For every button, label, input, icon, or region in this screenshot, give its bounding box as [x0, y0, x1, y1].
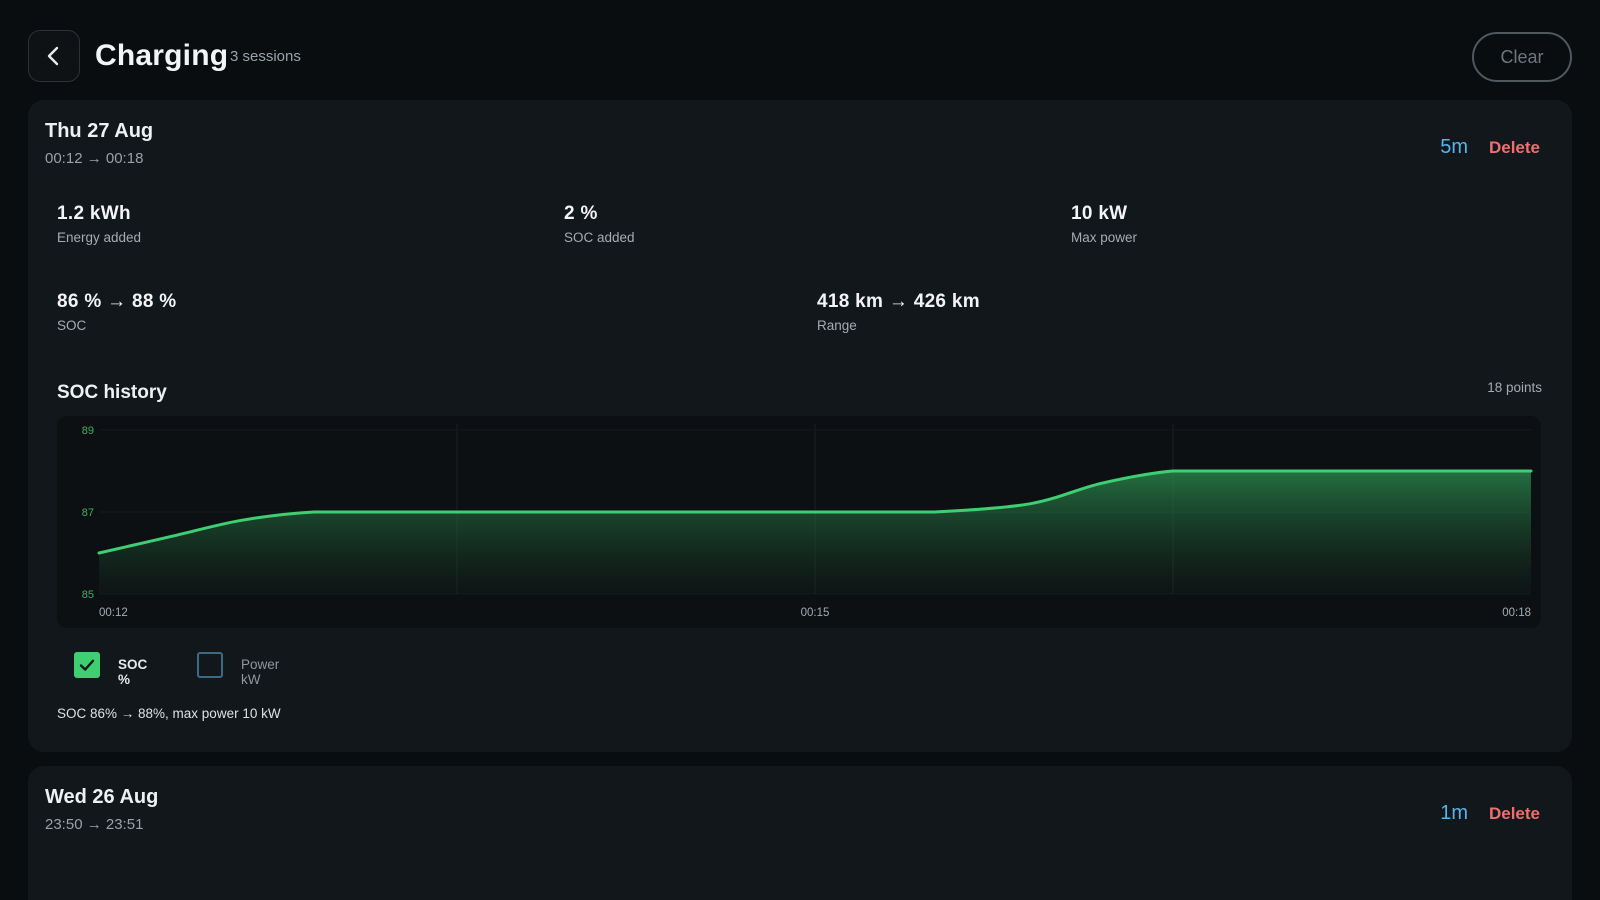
stat-value: 2 %	[564, 203, 598, 224]
stat-soc: 86 % → 88 % SOC	[57, 291, 176, 333]
session-duration: 5m	[1440, 136, 1468, 158]
stat-label: Range	[817, 318, 857, 333]
delete-session-button[interactable]: Delete	[1489, 138, 1540, 158]
delete-session-button[interactable]: Delete	[1489, 804, 1540, 824]
soc-history-chart: 85 87 89 00:12 00:15 00:18	[57, 416, 1541, 628]
y-tick-label: 85	[82, 589, 94, 601]
soc-history-title: SOC history	[57, 382, 167, 403]
session-card: Thu 27 Aug 00:12 → 00:18 5m Delete 1.2 k…	[28, 100, 1572, 752]
stat-label: Max power	[1071, 230, 1138, 245]
points-count: 18 points	[1487, 380, 1542, 395]
x-tick-label: 00:12	[99, 607, 128, 619]
session-time-range: 00:12 → 00:18	[45, 150, 144, 167]
stat-label: SOC	[57, 318, 87, 333]
power-series-checkbox[interactable]	[197, 652, 223, 678]
session-summary: SOC 86% → 88%, max power 10 kW	[57, 706, 281, 721]
x-tick-label: 00:18	[1502, 607, 1531, 619]
power-series-label: Power kW	[241, 657, 280, 687]
stat-value: 10 kW	[1071, 203, 1128, 224]
soc-series-checkbox[interactable]	[74, 652, 100, 678]
stat-range: 418 km → 426 km Range	[817, 291, 980, 333]
soc-chart-svg: 85 87 89 00:12 00:15 00:18	[82, 424, 1533, 619]
stat-energy-added: 1.2 kWh Energy added	[57, 203, 141, 245]
session-time-range: 23:50 → 23:51	[45, 816, 144, 833]
session-card: Wed 26 Aug 23:50 → 23:51 1m Delete	[28, 766, 1572, 900]
session-duration: 1m	[1440, 802, 1468, 824]
chevron-left-icon	[47, 46, 59, 66]
stat-label: SOC added	[564, 230, 635, 245]
checkmark-icon	[79, 659, 95, 671]
page-header: Charging 3 sessions Clear	[28, 30, 1572, 84]
back-button[interactable]	[28, 30, 80, 82]
page-title: Charging	[95, 39, 229, 72]
stat-max-power: 10 kW Max power	[1071, 203, 1137, 245]
soc-series-label: SOC %	[118, 657, 148, 687]
stat-value: 86 % → 88 %	[57, 291, 177, 312]
clear-button[interactable]: Clear	[1472, 32, 1572, 82]
stat-label: Energy added	[57, 230, 142, 245]
session-date: Thu 27 Aug	[45, 120, 154, 142]
stat-soc-added: 2 % SOC added	[564, 203, 635, 245]
stat-value: 418 km → 426 km	[817, 291, 980, 312]
session-date: Wed 26 Aug	[45, 786, 159, 808]
y-tick-label: 87	[82, 507, 94, 519]
session-count: 3 sessions	[230, 48, 301, 65]
y-tick-label: 89	[82, 425, 94, 437]
x-tick-label: 00:15	[801, 607, 830, 619]
stat-value: 1.2 kWh	[57, 203, 131, 224]
